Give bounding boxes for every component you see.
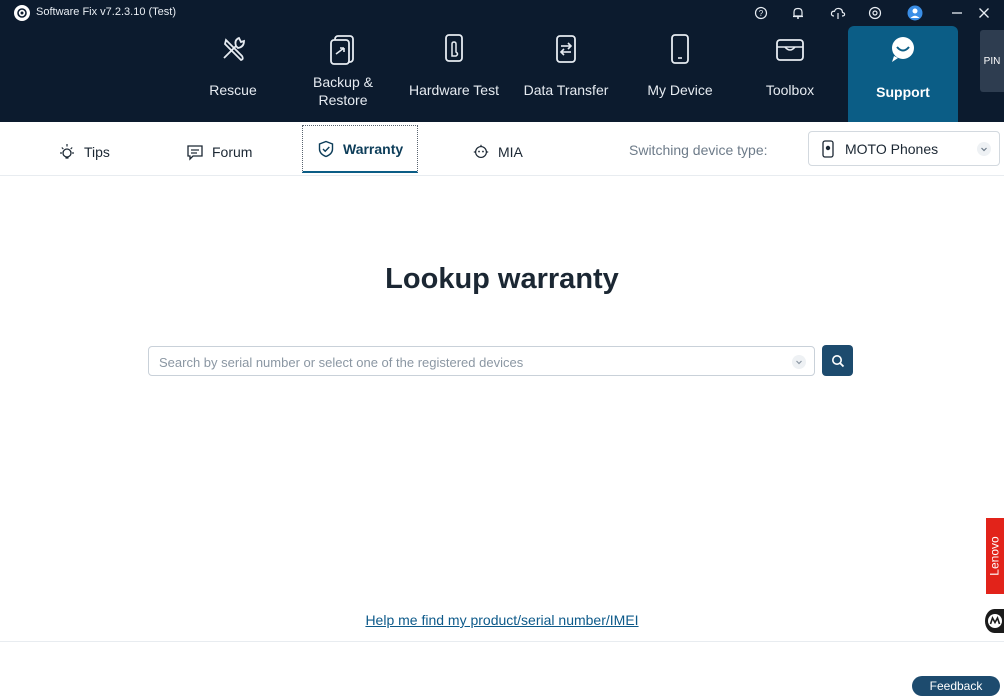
nav-item-my-device[interactable]: My Device (638, 26, 722, 122)
tab-forum[interactable]: Forum (186, 132, 252, 172)
chevron-down-icon (977, 142, 991, 156)
tab-label: Forum (212, 144, 253, 160)
close-icon[interactable] (975, 4, 993, 22)
nav-label: Backup & (313, 74, 373, 90)
settings-icon[interactable] (866, 4, 884, 22)
find-serial-help-link[interactable]: Help me find my product/serial number/IM… (0, 612, 1004, 628)
search-input[interactable] (159, 351, 779, 373)
transfer-icon (549, 32, 583, 66)
tab-warranty[interactable]: Warranty (302, 125, 419, 173)
pin-button[interactable]: PIN (980, 30, 1004, 92)
nav-label: My Device (647, 82, 713, 98)
svg-text:?: ? (759, 9, 764, 18)
nav-item-data-transfer[interactable]: Data Transfer (516, 26, 616, 122)
divider (0, 641, 1004, 642)
nav-item-backup-restore[interactable]: Backup & Restore (300, 26, 386, 122)
app-title: Software Fix v7.2.3.10 (Test) (36, 6, 176, 18)
nav-label: Support (876, 84, 930, 100)
nav-label: Rescue (209, 82, 257, 98)
page-title: Lookup warranty (385, 263, 619, 295)
nav-label: Hardware Test (408, 82, 499, 98)
nav-item-support[interactable]: Support (848, 26, 958, 122)
chevron-down-icon[interactable] (792, 355, 806, 369)
tab-label: Tips (84, 144, 110, 160)
nav-label: Toolbox (765, 82, 815, 98)
forum-icon (186, 143, 204, 161)
motorola-logo-icon (985, 609, 1004, 633)
title-bar: Software Fix v7.2.3.10 (Test) ? (0, 0, 1004, 26)
shield-icon (317, 140, 335, 158)
app-logo-icon (14, 5, 30, 21)
nav-item-rescue[interactable]: Rescue (193, 26, 273, 122)
phone-icon (663, 32, 697, 66)
tab-label: Warranty (343, 140, 404, 157)
phone-icon (821, 139, 835, 158)
warranty-search-field[interactable] (148, 346, 815, 376)
cloud-icon[interactable] (829, 4, 847, 22)
feedback-button[interactable]: Feedback (912, 676, 1000, 696)
search-icon (831, 354, 845, 368)
device-type-select[interactable]: MOTO Phones (808, 131, 1000, 166)
bulb-icon (58, 143, 76, 161)
backup-icon (326, 32, 360, 66)
mia-icon (472, 143, 490, 161)
nav-label: Data Transfer (523, 82, 609, 98)
hardware-icon (437, 32, 471, 66)
app-window: Software Fix v7.2.3.10 (Test) ? Rescue B… (0, 0, 1004, 696)
toolbox-icon (773, 32, 807, 66)
lenovo-logo: Lenovo (986, 518, 1004, 594)
nav-item-hardware-test[interactable]: Hardware Test (402, 26, 506, 122)
search-button[interactable] (822, 345, 853, 376)
minimize-icon[interactable] (948, 4, 966, 22)
nav-label-line2: Restore (318, 92, 368, 108)
user-icon[interactable] (906, 4, 924, 22)
tab-tips[interactable]: Tips (58, 132, 110, 172)
lenovo-logo-text: Lenovo (988, 536, 1002, 576)
switch-device-label: Switching device type: (629, 142, 768, 158)
help-icon[interactable]: ? (752, 4, 770, 22)
device-type-value: MOTO Phones (845, 140, 939, 157)
tools-icon (216, 32, 250, 66)
chat-icon (886, 32, 920, 66)
nav-item-toolbox[interactable]: Toolbox (750, 26, 830, 122)
tab-mia[interactable]: MIA (472, 132, 523, 172)
main-nav: Rescue Backup & Restore Hardware Test Da… (0, 26, 1004, 122)
bell-icon[interactable] (789, 4, 807, 22)
tab-label: MIA (498, 144, 523, 160)
